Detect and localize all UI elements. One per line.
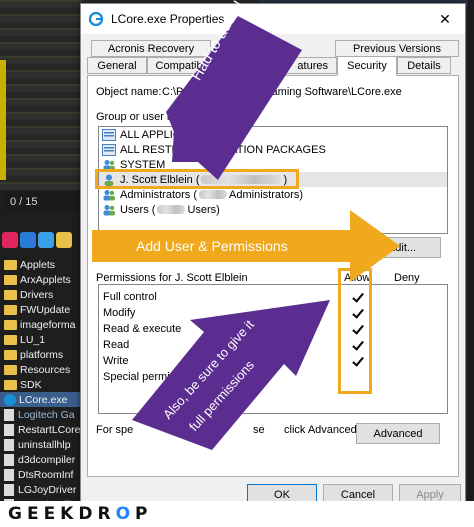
watermark-logo: GEEKDROP (8, 504, 153, 524)
annotation-arrow-full-permissions (132, 300, 330, 450)
tab-security[interactable]: Security (337, 56, 397, 76)
watermark-bar: GEEKDROP (0, 501, 474, 527)
